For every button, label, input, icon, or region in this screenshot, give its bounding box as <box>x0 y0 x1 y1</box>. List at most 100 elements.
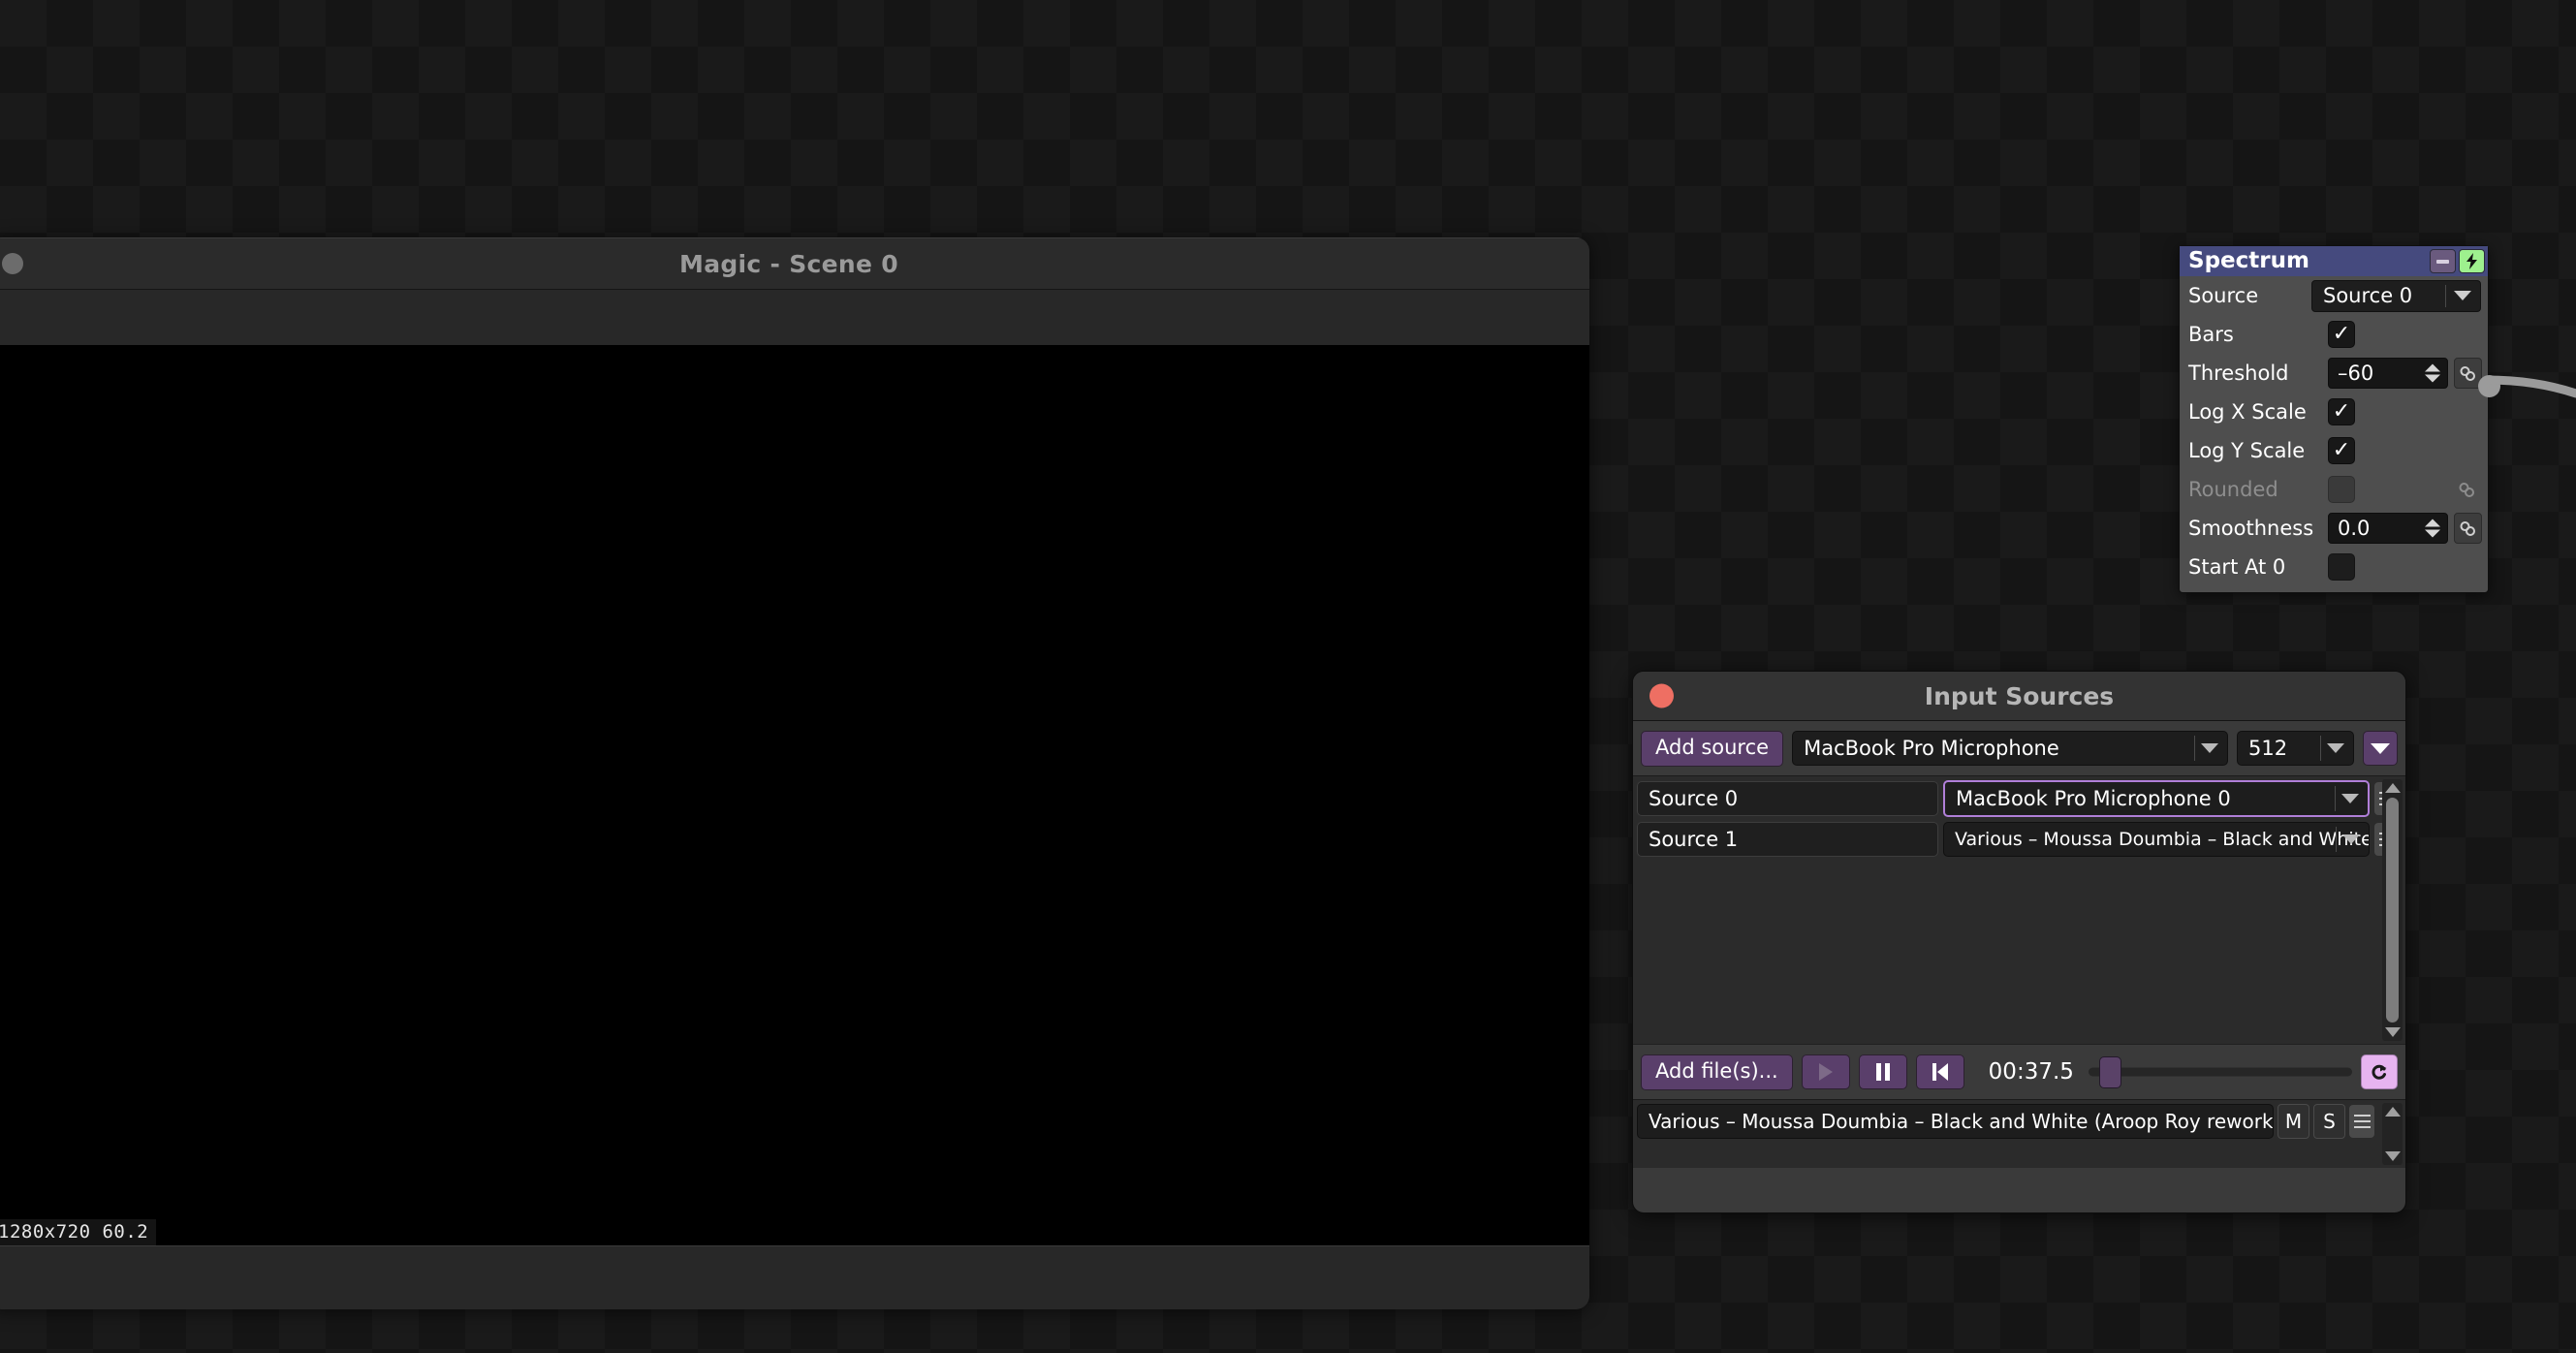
buffer-size-value: 512 <box>2248 737 2288 760</box>
spectrum-row-log-y: Log Y Scale ✓ <box>2180 431 2488 470</box>
stepper-arrows-icon[interactable] <box>2425 519 2440 538</box>
sources-list: Source 0 MacBook Pro Microphone 0 Source… <box>1633 775 2405 1044</box>
spectrum-label-start-at-0: Start At 0 <box>2188 555 2286 579</box>
scroll-up-icon[interactable] <box>2384 1107 2401 1117</box>
pause-button[interactable] <box>1858 1054 1907 1089</box>
solo-button[interactable]: S <box>2313 1104 2345 1139</box>
slider-track <box>2088 1067 2352 1077</box>
divider <box>2445 284 2446 307</box>
render-status-text: 1280x720 60.2 <box>0 1219 157 1245</box>
source-input-select[interactable]: Various – Moussa Doumbia – Black and Whi… <box>1943 822 2370 857</box>
input-sources-toolbar: Add source MacBook Pro Microphone 512 <box>1633 721 2405 775</box>
spectrum-label-threshold: Threshold <box>2188 362 2289 385</box>
magic-toolbar <box>0 290 1589 347</box>
divider <box>2336 827 2337 852</box>
link-icon[interactable] <box>2454 513 2482 544</box>
source-input-select[interactable]: MacBook Pro Microphone 0 <box>1943 780 2370 817</box>
files-list: Various – Moussa Doumbia – Black and Whi… <box>1633 1099 2405 1168</box>
stepper-arrows-icon[interactable] <box>2425 363 2440 383</box>
loop-toggle-button[interactable] <box>2361 1054 2398 1089</box>
rewind-to-start-button[interactable] <box>1915 1054 1964 1089</box>
page-title: Magic - Scene 0 <box>679 249 898 278</box>
source-input-value: Various – Moussa Doumbia – Black and Whi… <box>1955 829 2370 850</box>
spectrum-source-select[interactable]: Source 0 <box>2311 279 2481 312</box>
magic-main-window: Magic - Scene 0 1280x720 60.2 <box>0 237 1589 1309</box>
input-sources-panel: Input Sources Add source MacBook Pro Mic… <box>1632 671 2406 1213</box>
close-icon[interactable] <box>1649 683 1674 708</box>
divider <box>2335 786 2336 811</box>
list-item[interactable]: Source 0 MacBook Pro Microphone 0 <box>1633 780 2405 817</box>
scroll-down-icon[interactable] <box>2384 1027 2401 1037</box>
chevron-down-icon <box>2454 291 2471 300</box>
audio-device-select[interactable]: MacBook Pro Microphone <box>1792 731 2228 766</box>
scroll-up-icon[interactable] <box>2384 783 2401 793</box>
spectrum-source-value: Source 0 <box>2323 284 2413 307</box>
link-icon-disabled <box>2453 474 2481 505</box>
add-source-button[interactable]: Add source <box>1641 730 1784 767</box>
spectrum-log-y-checkbox[interactable]: ✓ <box>2328 437 2355 464</box>
audio-options-dropdown-button[interactable] <box>2363 731 2398 766</box>
chevron-down-icon <box>2371 742 2390 754</box>
chevron-down-icon <box>2342 834 2360 844</box>
spectrum-output-node[interactable] <box>2478 375 2500 397</box>
spectrum-titlebar[interactable]: Spectrum <box>2180 246 2488 276</box>
source-name-label: Source 0 <box>1637 781 1938 816</box>
spectrum-threshold-stepper[interactable]: –60 <box>2328 358 2448 389</box>
spectrum-label-smoothness: Smoothness <box>2188 517 2314 540</box>
spectrum-label-bars: Bars <box>2188 323 2234 346</box>
spectrum-label-log-x: Log X Scale <box>2188 400 2307 424</box>
playback-time: 00:37.5 <box>1988 1059 2074 1085</box>
minimize-icon[interactable] <box>2430 249 2456 273</box>
desktop-background: Magic - Scene 0 1280x720 60.2 Spectrum S… <box>0 0 2576 1353</box>
spectrum-bars-checkbox[interactable]: ✓ <box>2328 321 2355 348</box>
spectrum-row-source: Source Source 0 <box>2180 276 2488 315</box>
play-button[interactable] <box>1801 1054 1850 1089</box>
magic-preview-canvas[interactable] <box>0 345 1589 1246</box>
spectrum-title: Spectrum <box>2188 248 2309 273</box>
magic-statusbar: 1280x720 60.2 <box>0 1219 1589 1309</box>
spectrum-threshold-value: –60 <box>2338 362 2374 385</box>
spectrum-label-log-y: Log Y Scale <box>2188 439 2306 462</box>
audio-device-value: MacBook Pro Microphone <box>1804 737 2059 760</box>
drag-handle-icon[interactable] <box>2349 1105 2374 1138</box>
scroll-down-icon[interactable] <box>2384 1151 2401 1161</box>
add-files-button[interactable]: Add file(s)... <box>1641 1054 1793 1090</box>
spectrum-row-smoothness: Smoothness 0.0 <box>2180 509 2488 548</box>
source-name-label: Source 1 <box>1637 822 1938 857</box>
magic-titlebar[interactable]: Magic - Scene 0 <box>0 237 1589 290</box>
chevron-down-icon <box>2341 794 2359 803</box>
bolt-icon[interactable] <box>2459 249 2485 273</box>
chevron-down-icon <box>2327 743 2344 753</box>
spectrum-smoothness-value: 0.0 <box>2338 517 2371 540</box>
spectrum-row-threshold: Threshold –60 <box>2180 354 2488 393</box>
source-input-value: MacBook Pro Microphone 0 <box>1956 787 2231 810</box>
spectrum-label-source: Source <box>2188 284 2259 307</box>
mute-button[interactable]: M <box>2278 1104 2309 1139</box>
spectrum-start-at-0-checkbox[interactable] <box>2328 553 2355 581</box>
spectrum-smoothness-stepper[interactable]: 0.0 <box>2328 513 2448 544</box>
spectrum-log-x-checkbox[interactable]: ✓ <box>2328 398 2355 425</box>
spectrum-row-log-x: Log X Scale ✓ <box>2180 393 2488 431</box>
spectrum-module-panel: Spectrum Source Source 0 Bars ✓ Threshol… <box>2179 245 2489 593</box>
spectrum-row-bars: Bars ✓ <box>2180 315 2488 354</box>
window-dot-icon[interactable] <box>2 253 23 274</box>
buffer-size-select[interactable]: 512 <box>2237 731 2354 766</box>
spectrum-rounded-checkbox <box>2328 476 2355 503</box>
transport-controls: Add file(s)... 00:37.5 <box>1633 1044 2405 1099</box>
input-sources-titlebar[interactable]: Input Sources <box>1633 672 2405 721</box>
chevron-down-icon <box>2201 743 2218 753</box>
sources-list-scrollbar[interactable] <box>2382 779 2403 1041</box>
divider <box>2320 736 2321 761</box>
list-item[interactable]: Source 1 Various – Moussa Doumbia – Blac… <box>1633 821 2405 858</box>
file-name-label: Various – Moussa Doumbia – Black and Whi… <box>1637 1104 2274 1139</box>
files-list-scrollbar[interactable] <box>2382 1103 2403 1165</box>
playback-position-slider[interactable] <box>2088 1055 2352 1088</box>
divider <box>2194 736 2195 761</box>
spectrum-label-rounded: Rounded <box>2188 478 2278 501</box>
scrollbar-thumb[interactable] <box>2386 798 2399 1023</box>
list-item[interactable]: Various – Moussa Doumbia – Black and Whi… <box>1633 1104 2405 1139</box>
spectrum-row-rounded: Rounded <box>2180 470 2488 509</box>
slider-thumb[interactable] <box>2098 1055 2121 1088</box>
spectrum-row-start-at-0: Start At 0 <box>2180 548 2488 586</box>
input-sources-title: Input Sources <box>1924 681 2115 710</box>
